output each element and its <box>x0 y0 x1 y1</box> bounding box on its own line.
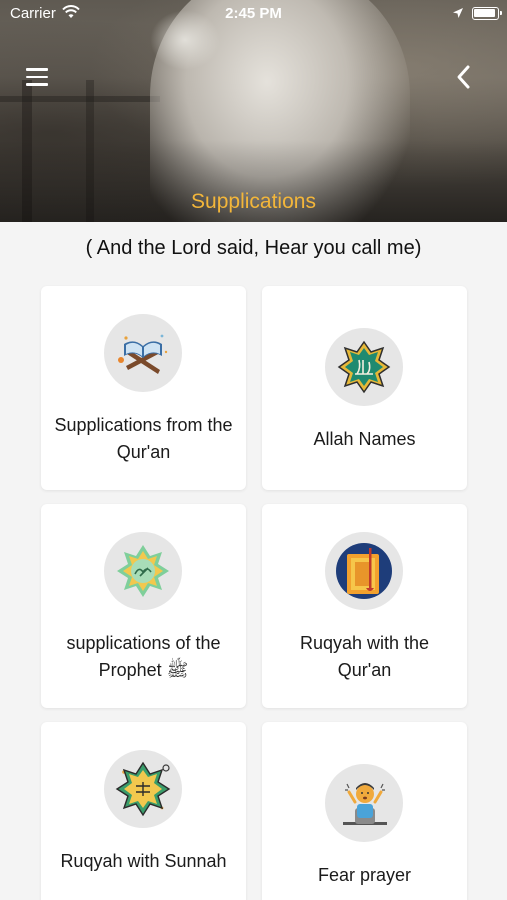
verse-text: ( And the Lord said, Hear you call me) <box>85 237 422 259</box>
card-supplications-prophet[interactable]: supplications of the Prophet ﷺ <box>41 504 246 708</box>
allah-calligraphy-star-icon <box>325 328 403 406</box>
header-background-image <box>0 0 507 222</box>
card-supplications-quran[interactable]: Supplications from the Qur'an <box>41 286 246 490</box>
quran-bookmark-icon <box>325 532 403 610</box>
card-label: supplications of the Prophet ﷺ <box>66 633 221 680</box>
battery-icon <box>472 7 502 20</box>
card-fear-prayer[interactable]: Fear prayer <box>262 722 467 900</box>
card-label: Fear prayer <box>317 865 412 885</box>
status-bar: Carrier 2:45 PM <box>0 0 507 28</box>
page-title: Supplications <box>191 190 316 213</box>
islamic-star-frame-icon <box>104 750 182 828</box>
card-allah-names[interactable]: Allah Names <box>262 286 467 490</box>
card-label: Ruqyah with Sunnah <box>60 851 227 871</box>
card-ruqyah-sunnah[interactable]: Ruqyah with Sunnah <box>41 722 246 900</box>
screen: Carrier 2:45 PM Supplications ( And the … <box>0 0 507 900</box>
clock: 2:45 PM <box>225 5 282 22</box>
quran-book-icon <box>104 314 182 392</box>
back-chevron-icon[interactable] <box>452 64 476 90</box>
card-label: Supplications from the Qur'an <box>54 415 233 462</box>
frightened-person-icon <box>325 764 403 842</box>
card-ruqyah-quran[interactable]: Ruqyah with the Qur'an <box>262 504 467 708</box>
card-label: Allah Names <box>313 429 416 449</box>
muhammad-calligraphy-star-icon <box>104 532 182 610</box>
hamburger-menu-icon[interactable] <box>26 68 48 86</box>
card-label: Ruqyah with the Qur'an <box>299 633 430 680</box>
location-arrow-icon <box>453 8 463 18</box>
